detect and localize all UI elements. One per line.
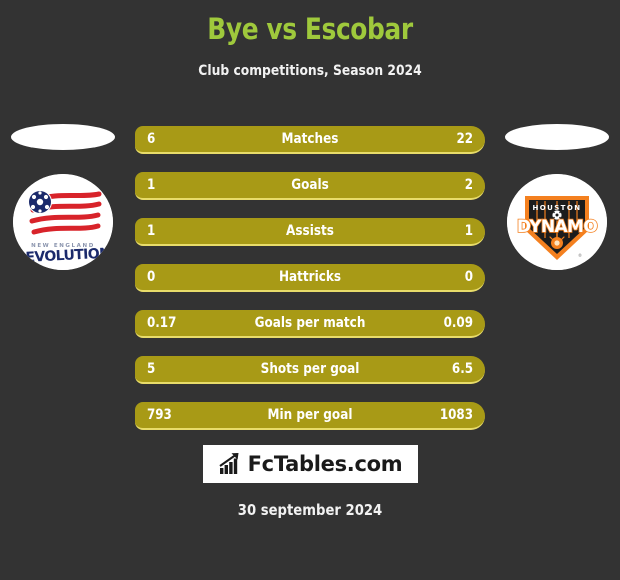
stat-label: Hattricks xyxy=(278,269,342,285)
away-team-logo[interactable]: HOUSTON DYNAMO ® xyxy=(507,174,607,270)
stat-row: 793 Min per goal 1083 xyxy=(135,402,485,430)
stat-row: 6 Matches 22 xyxy=(135,126,485,154)
stat-away-value: 22 xyxy=(456,131,473,147)
stat-label: Min per goal xyxy=(267,407,353,423)
stat-home-value: 1 xyxy=(147,177,156,193)
stat-row: 0 Hattricks 0 xyxy=(135,264,485,292)
stat-home-value: 0 xyxy=(147,269,156,285)
fctables-brand-logo[interactable]: FcTables.com xyxy=(203,445,418,483)
stat-away-value: 1 xyxy=(464,223,473,239)
decorative-ellipse-left xyxy=(11,124,115,150)
stat-away-value: 0.09 xyxy=(443,315,473,331)
stat-away-value: 0 xyxy=(464,269,473,285)
brand-name: FcTables.com xyxy=(247,452,403,476)
stat-label: Goals xyxy=(291,177,329,193)
decorative-ellipse-right xyxy=(505,124,609,150)
stat-comparison-page: Bye vs Escobar Club competitions, Season… xyxy=(0,0,620,580)
stat-label: Goals per match xyxy=(254,315,366,331)
page-title: Bye vs Escobar xyxy=(207,12,413,46)
stat-label: Shots per goal xyxy=(260,361,360,377)
stat-away-value: 2 xyxy=(464,177,473,193)
stats-list: 6 Matches 22 1 Goals 2 1 Assists 1 0 Hat… xyxy=(135,126,485,430)
stat-row: 5 Shots per goal 6.5 xyxy=(135,356,485,384)
houston-dynamo-logo-icon: HOUSTON DYNAMO ® xyxy=(507,174,607,270)
home-team-logo[interactable]: NEW ENGLAND REVOLUTION xyxy=(13,174,113,270)
stat-home-value: 0.17 xyxy=(147,315,177,331)
stat-home-value: 6 xyxy=(147,131,156,147)
report-date: 30 september 2024 xyxy=(237,501,383,519)
svg-text:®: ® xyxy=(578,253,582,258)
stat-home-value: 1 xyxy=(147,223,156,239)
new-england-revolution-logo-icon: NEW ENGLAND REVOLUTION xyxy=(13,174,113,270)
stat-row: 0.17 Goals per match 0.09 xyxy=(135,310,485,338)
stat-home-value: 793 xyxy=(147,407,172,423)
stat-home-value: 5 xyxy=(147,361,156,377)
bar-chart-growth-icon xyxy=(219,453,239,474)
stat-row: 1 Goals 2 xyxy=(135,172,485,200)
stat-away-value: 6.5 xyxy=(451,361,473,377)
stat-label: Assists xyxy=(286,223,334,239)
page-subtitle: Club competitions, Season 2024 xyxy=(198,63,422,79)
stat-label: Matches xyxy=(281,131,339,147)
stat-away-value: 1083 xyxy=(439,407,473,423)
stat-row: 1 Assists 1 xyxy=(135,218,485,246)
